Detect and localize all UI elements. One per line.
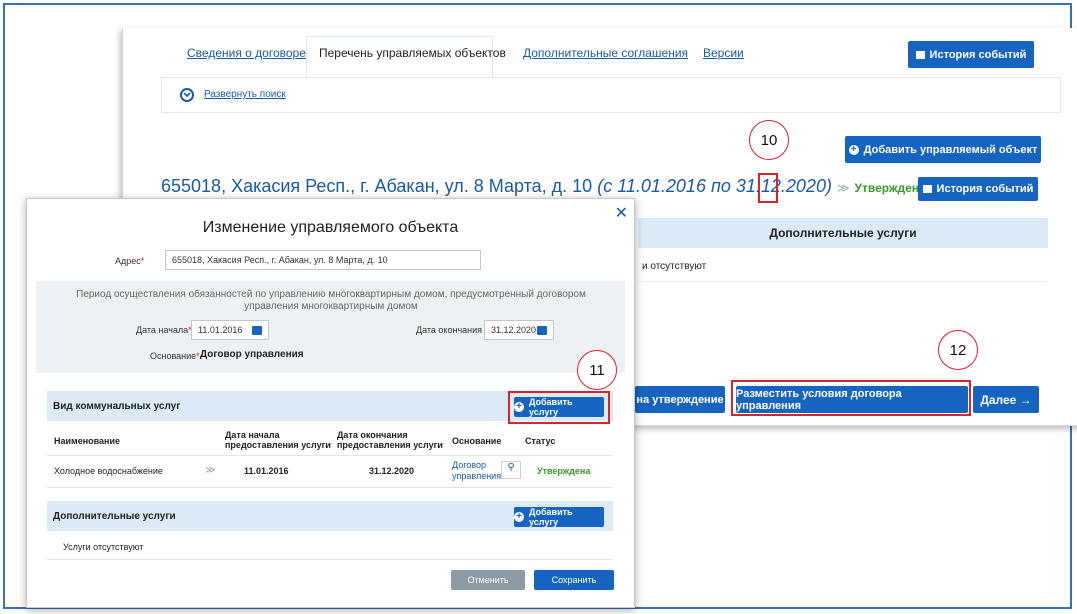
end-date-label: Дата окончания [416,325,483,335]
tab-bar: Сведения о договоре Перечень управляемых… [161,36,1061,77]
search-panel: Развернуть поиск [161,77,1061,113]
object-title: 655018, Хакасия Респ., г. Абакан, ул. 8 … [161,176,919,197]
object-status: Утвержден [854,181,919,195]
next-button[interactable]: Далее → [973,386,1039,413]
period-description: Период осуществления обязанностей по упр… [76,289,586,312]
modal-title: Изменение управляемого объекта [202,219,459,236]
row-name: Холодное водоснабжение [54,466,163,476]
attach-icon[interactable]: ⚲ [501,461,521,479]
address-field[interactable]: 655018, Хакасия Респ., г. Абакан, ул. 8 … [165,250,481,270]
object-history-label: История событий [936,183,1034,195]
plus-icon: + [848,144,859,155]
object-period: (с 11.01.2016 по 31.12.2020) [597,176,832,196]
row-end: 31.12.2020 [369,466,415,476]
plus-icon: + [514,512,524,522]
divider [47,487,613,488]
row-start: 11.01.2016 [244,466,289,476]
calendar-icon[interactable] [537,326,547,335]
history-button-label: История событий [929,48,1027,61]
divider [47,559,613,560]
tab-objects-list[interactable]: Перечень управляемых объектов [319,46,506,60]
row-basis-link[interactable]: Договор управления [452,460,501,482]
start-date-value: 11.01.2016 [198,325,243,335]
chevron-down-icon[interactable] [180,88,194,102]
period-section: Период осуществления обязанностей по упр… [36,281,625,373]
calendar-icon[interactable] [252,326,262,335]
tab-extra-agreements[interactable]: Дополнительные соглашения [523,46,688,60]
chevron-down-icon[interactable]: ≫ [837,181,850,195]
basis-value: Договор управления [200,349,304,360]
col-end: Дата окончания предоставления услуги [337,430,443,450]
callout-11: 11 [577,350,617,390]
divider [47,455,613,456]
object-address: 655018, Хакасия Респ., г. Абакан, ул. 8 … [161,176,593,196]
calendar-icon [922,185,932,193]
add-extra-service-label: Добавить услугу [528,507,573,527]
utilities-title: Вид коммунальных услуг [53,400,181,412]
history-button[interactable]: История событий [908,41,1034,68]
submit-approval-button[interactable]: на утверждение [635,386,725,413]
chevron-down-icon[interactable]: ≫ [205,465,215,476]
basis-label: Основание* [150,351,200,361]
highlight-chevron [758,173,778,203]
extra-services-title: Дополнительные услуги [53,510,176,522]
object-history-button[interactable]: История событий [918,177,1038,201]
highlight-publish [731,380,971,416]
save-button[interactable]: Сохранить [534,570,614,590]
start-date-field[interactable]: 11.01.2016 [191,320,269,340]
add-extra-service-button[interactable]: + Добавить услугу [514,507,604,527]
tab-versions[interactable]: Версии [703,46,744,60]
add-object-button[interactable]: + Добавить управляемый объект [845,136,1041,163]
expand-search-link[interactable]: Развернуть поиск [204,89,286,100]
highlight-add-service [508,391,610,424]
col-status: Статус [525,436,556,446]
callout-10: 10 [749,120,789,160]
col-start: Дата начала предоставления услуги [225,430,331,450]
row-status: Утверждена [537,466,591,476]
extra-services-empty: и отсутствуют [638,252,1048,282]
end-date-value: 31.12.2020 [491,325,537,335]
tab-contract-info[interactable]: Сведения о договоре [187,46,306,60]
extra-services-header: Дополнительные услуги [638,218,1048,248]
add-object-label: Добавить управляемый объект [863,143,1038,156]
address-label: Адрес* [115,256,145,266]
calendar-icon [915,50,925,59]
col-basis: Основание [452,436,502,446]
col-name: Наименование [54,436,121,446]
end-date-field[interactable]: 31.12.2020 [484,320,554,340]
cancel-button[interactable]: Отменить [451,570,525,590]
extra-services-empty-text: Услуги отсутствуют [63,542,144,552]
callout-12: 12 [938,330,978,370]
start-date-label: Дата начала* [136,325,192,335]
